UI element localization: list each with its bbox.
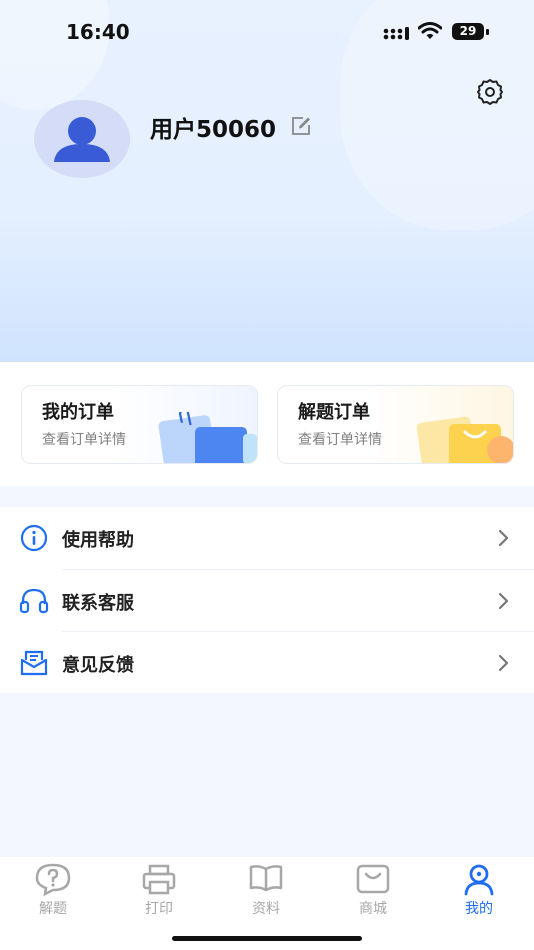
settings-menu: 使用帮助 联系客服 意见反馈 (0, 507, 534, 693)
card-title: 解题订单 (298, 402, 370, 423)
default-user-icon (54, 117, 110, 162)
menu-item-feedback[interactable]: 意见反馈 (0, 632, 534, 694)
battery-icon: 29 (452, 23, 484, 40)
my-orders-card[interactable]: 我的订单 查看订单详情 (21, 385, 258, 464)
card-subtitle: 查看订单详情 (42, 432, 126, 448)
menu-item-label: 联系客服 (62, 593, 134, 614)
gear-icon (477, 79, 503, 105)
tab-solve[interactable]: 解题 (23, 862, 83, 917)
solve-orders-card[interactable]: 解题订单 查看订单详情 (277, 385, 514, 464)
headset-icon (19, 587, 49, 615)
book-icon (249, 865, 283, 892)
avatar[interactable] (34, 100, 130, 178)
battery-nub (486, 29, 489, 35)
tab-print[interactable]: 打印 (129, 862, 189, 917)
chevron-right-icon (498, 654, 509, 672)
edit-icon[interactable] (291, 116, 311, 136)
menu-item-help[interactable]: 使用帮助 (0, 507, 534, 569)
menu-item-label: 使用帮助 (62, 530, 134, 551)
tab-label: 资料 (252, 901, 280, 917)
tab-mine[interactable]: 我的 (449, 862, 509, 917)
question-bubble-icon (35, 863, 71, 896)
shopping-bag-icon (356, 864, 390, 894)
battery-level: 29 (459, 24, 477, 38)
tab-materials[interactable]: 资料 (236, 862, 296, 917)
settings-button[interactable] (474, 76, 506, 108)
tab-label: 我的 (465, 901, 493, 917)
chevron-right-icon (498, 529, 509, 547)
user-icon (464, 864, 494, 896)
printer-icon (142, 864, 176, 895)
tab-label: 打印 (145, 901, 173, 917)
status-bar: 16:40 29 (0, 0, 534, 66)
chevron-right-icon (498, 592, 509, 610)
clipboard-illustration-icon (158, 412, 257, 463)
menu-item-customer-service[interactable]: 联系客服 (0, 570, 534, 632)
tab-label: 解题 (39, 901, 67, 917)
home-indicator (172, 936, 362, 941)
shopping-bag-illustration-icon (416, 416, 513, 463)
menu-item-label: 意见反馈 (62, 655, 134, 676)
card-title: 我的订单 (42, 402, 114, 423)
order-section: 我的订单 查看订单详情 解题订单 查看订单详情 (0, 362, 534, 486)
wifi-icon (418, 22, 442, 39)
feedback-mail-icon (19, 649, 49, 677)
info-icon (19, 524, 49, 552)
username: 用户50060 (150, 117, 277, 143)
tab-mall[interactable]: 商城 (343, 862, 403, 917)
cellular-signal-icon (383, 27, 409, 40)
status-time: 16:40 (66, 20, 130, 44)
tab-label: 商城 (359, 901, 387, 917)
profile-header: 16:40 29 用户50060 (0, 0, 534, 362)
card-subtitle: 查看订单详情 (298, 432, 382, 448)
